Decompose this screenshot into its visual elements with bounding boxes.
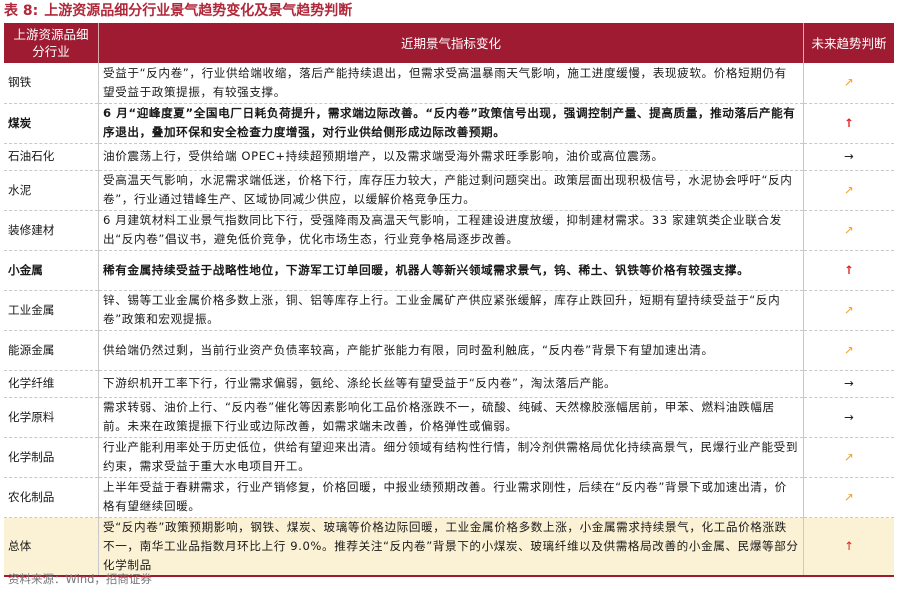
arrow-up-icon: ↑ [803,103,894,144]
change-cell: 供给端仍然过剩，当前行业资产负债率较高，产能扩张能力有限，同时盈利触底，“反内卷… [98,330,804,371]
arrow-up-right-icon: ↗ [803,63,894,104]
change-cell: 上半年受益于春耕需求，行业产销修复，价格回暖，中报业绩预期改善。行业需求刚性，后… [98,477,804,518]
industry-cell: 化学原料 [4,397,99,438]
table-row: 农化制品 上半年受益于春耕需求，行业产销修复，价格回暖，中报业绩预期改善。行业需… [4,477,894,518]
industry-cell: 工业金属 [4,290,99,331]
change-cell: 受高温天气影响，水泥需求端低迷，价格下行，库存压力较大，产能过剩问题突出。政策层… [98,170,804,211]
table-row: 化学原料 需求转弱、油价上行、“反内卷”催化等因素影响化工品价格涨跌不一，硫酸、… [4,397,894,438]
change-cell: 6 月“迎峰度夏”全国电厂日耗负荷提升，需求端边际改善。“反内卷”政策信号出现，… [98,103,804,144]
change-cell: 行业产能利用率处于历史低位，供给有望迎来出清。细分领域有结构性行情，制冷剂供需格… [98,437,804,478]
table-row: 钢铁 受益于“反内卷”，行业供给端收缩，落后产能持续退出，但需求受高温暴雨天气影… [4,63,894,104]
table-caption: 表 8: 上游资源品细分行业景气趋势变化及景气趋势判断 [4,0,352,22]
industry-cell: 化学制品 [4,437,99,478]
industry-cell: 农化制品 [4,477,99,518]
arrow-up-right-icon: ↗ [803,170,894,211]
arrow-right-icon: → [803,143,894,171]
arrow-up-right-icon: ↗ [803,210,894,251]
change-cell: 锌、锡等工业金属价格多数上涨，铜、铝等库存上行。工业金属矿产供应紧张缓解，库存止… [98,290,804,331]
arrow-up-right-icon: ↗ [803,330,894,371]
industry-cell: 小金属 [4,250,99,291]
arrow-up-icon: ↑ [803,250,894,291]
arrow-up-right-icon: ↗ [803,290,894,331]
header-trend: 未来趋势判断 [803,23,894,63]
change-cell: 油价震荡上行，受供给端 OPEC+持续超预期增产，以及需求端受海外需求旺季影响，… [98,143,804,171]
industry-cell: 水泥 [4,170,99,211]
arrow-right-icon: → [803,370,894,398]
change-cell: 需求转弱、油价上行、“反内卷”催化等因素影响化工品价格涨跌不一，硫酸、纯碱、天然… [98,397,804,438]
table-row: 工业金属 锌、锡等工业金属价格多数上涨，铜、铝等库存上行。工业金属矿产供应紧张缓… [4,290,894,331]
table-row: 能源金属 供给端仍然过剩，当前行业资产负债率较高，产能扩张能力有限，同时盈利触底… [4,330,894,371]
change-cell: 稀有金属持续受益于战略性地位，下游军工订单回暖，机器人等新兴领域需求景气，钨、稀… [98,250,804,291]
industry-cell: 装修建材 [4,210,99,251]
arrow-up-right-icon: ↗ [803,437,894,478]
header-industry: 上游资源品细分行业 [4,23,99,63]
change-cell: 6 月建筑材料工业景气指数同比下行，受强降雨及高温天气影响，工程建设进度放缓，抑… [98,210,804,251]
arrow-up-icon: ↑ [803,517,894,577]
table-title: 上游资源品细分行业景气趋势变化及景气趋势判断 [44,3,353,19]
arrow-up-right-icon: ↗ [803,477,894,518]
change-cell: 受益于“反内卷”，行业供给端收缩，落后产能持续退出，但需求受高温暴雨天气影响，施… [98,63,804,104]
table-row: 装修建材 6 月建筑材料工业景气指数同比下行，受强降雨及高温天气影响，工程建设进… [4,210,894,251]
industry-cell: 化学纤维 [4,370,99,398]
table-row: 水泥 受高温天气影响，水泥需求端低迷，价格下行，库存压力较大，产能过剩问题突出。… [4,170,894,211]
table-row: 煤炭 6 月“迎峰度夏”全国电厂日耗负荷提升，需求端边际改善。“反内卷”政策信号… [4,103,894,144]
header-row: 上游资源品细分行业 近期景气指标变化 未来趋势判断 [4,23,894,63]
table-number: 表 8: [4,3,39,19]
arrow-right-icon: → [803,397,894,438]
industry-cell: 石油石化 [4,143,99,171]
header-change: 近期景气指标变化 [98,23,804,63]
source-note: 资料来源：Wind，招商证券 [8,572,152,586]
industry-cell: 能源金属 [4,330,99,371]
table-row: 小金属 稀有金属持续受益于战略性地位，下游军工订单回暖，机器人等新兴领域需求景气… [4,250,894,291]
industry-cell: 煤炭 [4,103,99,144]
change-cell: 受“反内卷”政策预期影响，钢铁、煤炭、玻璃等价格边际回暖，工业金属价格多数上涨，… [98,517,804,577]
industry-cell: 钢铁 [4,63,99,104]
table-row: 化学制品 行业产能利用率处于历史低位，供给有望迎来出清。细分领域有结构性行情，制… [4,437,894,478]
table-row-total: 总体 受“反内卷”政策预期影响，钢铁、煤炭、玻璃等价格边际回暖，工业金属价格多数… [4,517,894,577]
table-row: 化学纤维 下游织机开工率下行，行业需求偏弱，氨纶、涤纶长丝等有望受益于“反内卷”… [4,370,894,398]
industry-trend-table: 上游资源品细分行业 近期景气指标变化 未来趋势判断 钢铁 受益于“反内卷”，行业… [4,23,894,577]
industry-cell: 总体 [4,517,99,577]
table-row: 石油石化 油价震荡上行，受供给端 OPEC+持续超预期增产，以及需求端受海外需求… [4,143,894,171]
change-cell: 下游织机开工率下行，行业需求偏弱，氨纶、涤纶长丝等有望受益于“反内卷”，淘汰落后… [98,370,804,398]
